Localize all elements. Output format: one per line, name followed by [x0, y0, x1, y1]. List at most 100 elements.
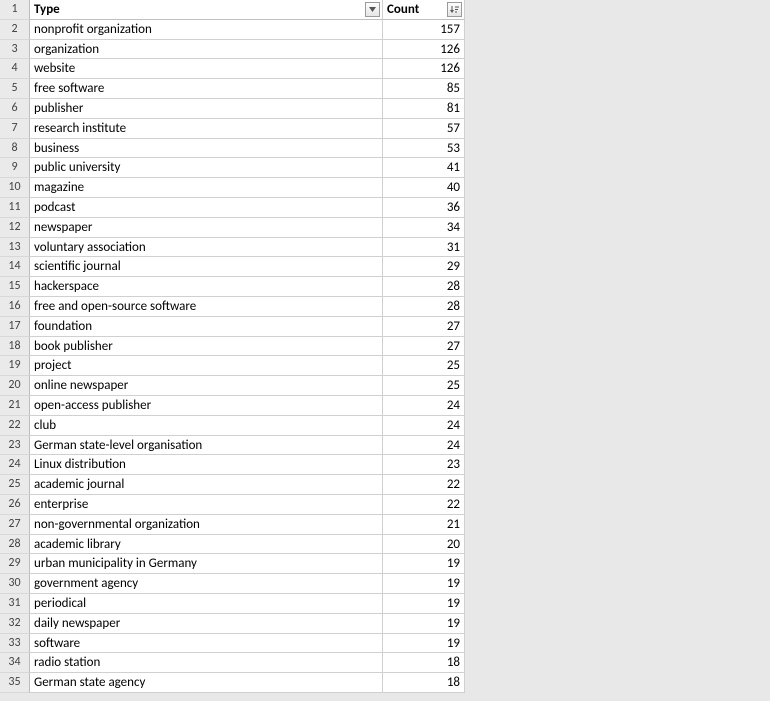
row-number[interactable]: 29 [0, 554, 30, 574]
cell-type[interactable]: nonprofit organization [30, 20, 383, 40]
cell-count[interactable]: 25 [383, 376, 465, 396]
cell-type[interactable]: voluntary association [30, 238, 383, 258]
cell-type[interactable]: government agency [30, 574, 383, 594]
cell-type[interactable]: radio station [30, 653, 383, 673]
cell-count[interactable]: 41 [383, 158, 465, 178]
cell-count[interactable]: 36 [383, 198, 465, 218]
cell-type[interactable]: research institute [30, 119, 383, 139]
cell-count[interactable]: 19 [383, 634, 465, 654]
cell-type[interactable]: daily newspaper [30, 614, 383, 634]
row-number[interactable]: 20 [0, 376, 30, 396]
cell-count[interactable]: 23 [383, 455, 465, 475]
row-number[interactable]: 12 [0, 218, 30, 238]
cell-count[interactable]: 81 [383, 99, 465, 119]
cell-type[interactable]: organization [30, 40, 383, 60]
row-number[interactable]: 30 [0, 574, 30, 594]
row-number[interactable]: 23 [0, 436, 30, 456]
cell-type[interactable]: enterprise [30, 495, 383, 515]
cell-type[interactable]: public university [30, 158, 383, 178]
column-header-count[interactable]: Count [383, 0, 465, 20]
row-number[interactable]: 26 [0, 495, 30, 515]
cell-type[interactable]: online newspaper [30, 376, 383, 396]
cell-count[interactable]: 34 [383, 218, 465, 238]
cell-type[interactable]: business [30, 139, 383, 159]
cell-type[interactable]: periodical [30, 594, 383, 614]
sort-descending-icon[interactable] [447, 2, 462, 17]
cell-count[interactable]: 19 [383, 614, 465, 634]
row-number[interactable]: 8 [0, 139, 30, 159]
row-number[interactable]: 9 [0, 158, 30, 178]
cell-count[interactable]: 53 [383, 139, 465, 159]
spreadsheet-grid[interactable]: 1TypeCount2nonprofit organization1573org… [0, 0, 770, 693]
cell-type[interactable]: Linux distribution [30, 455, 383, 475]
cell-type[interactable]: hackerspace [30, 277, 383, 297]
row-number[interactable]: 25 [0, 475, 30, 495]
cell-type[interactable]: free and open-source software [30, 297, 383, 317]
cell-type[interactable]: academic library [30, 535, 383, 555]
row-number[interactable]: 11 [0, 198, 30, 218]
cell-type[interactable]: club [30, 416, 383, 436]
cell-count[interactable]: 24 [383, 416, 465, 436]
row-number[interactable]: 5 [0, 79, 30, 99]
cell-type[interactable]: non-governmental organization [30, 515, 383, 535]
row-number[interactable]: 10 [0, 178, 30, 198]
cell-count[interactable]: 57 [383, 119, 465, 139]
cell-count[interactable]: 28 [383, 277, 465, 297]
cell-type[interactable]: urban municipality in Germany [30, 554, 383, 574]
row-number[interactable]: 7 [0, 119, 30, 139]
column-header-type[interactable]: Type [30, 0, 383, 20]
cell-type[interactable]: publisher [30, 99, 383, 119]
cell-count[interactable]: 19 [383, 554, 465, 574]
row-number[interactable]: 31 [0, 594, 30, 614]
row-number[interactable]: 14 [0, 257, 30, 277]
cell-type[interactable]: free software [30, 79, 383, 99]
cell-count[interactable]: 22 [383, 475, 465, 495]
cell-type[interactable]: scientific journal [30, 257, 383, 277]
cell-count[interactable]: 27 [383, 317, 465, 337]
cell-count[interactable]: 40 [383, 178, 465, 198]
row-number[interactable]: 17 [0, 317, 30, 337]
row-number[interactable]: 15 [0, 277, 30, 297]
cell-count[interactable]: 24 [383, 436, 465, 456]
row-number[interactable]: 32 [0, 614, 30, 634]
row-number[interactable]: 35 [0, 673, 30, 693]
cell-type[interactable]: project [30, 356, 383, 376]
row-number[interactable]: 22 [0, 416, 30, 436]
row-number[interactable]: 24 [0, 455, 30, 475]
cell-count[interactable]: 22 [383, 495, 465, 515]
cell-count[interactable]: 126 [383, 59, 465, 79]
cell-type[interactable]: open-access publisher [30, 396, 383, 416]
row-number[interactable]: 18 [0, 337, 30, 357]
cell-count[interactable]: 31 [383, 238, 465, 258]
cell-type[interactable]: software [30, 634, 383, 654]
row-number[interactable]: 27 [0, 515, 30, 535]
cell-type[interactable]: magazine [30, 178, 383, 198]
cell-count[interactable]: 18 [383, 653, 465, 673]
cell-count[interactable]: 25 [383, 356, 465, 376]
cell-count[interactable]: 18 [383, 673, 465, 693]
row-number[interactable]: 33 [0, 634, 30, 654]
cell-count[interactable]: 28 [383, 297, 465, 317]
cell-type[interactable]: German state-level organisation [30, 436, 383, 456]
cell-count[interactable]: 85 [383, 79, 465, 99]
cell-count[interactable]: 21 [383, 515, 465, 535]
cell-count[interactable]: 27 [383, 337, 465, 357]
cell-count[interactable]: 19 [383, 594, 465, 614]
cell-count[interactable]: 24 [383, 396, 465, 416]
cell-type[interactable]: podcast [30, 198, 383, 218]
cell-count[interactable]: 29 [383, 257, 465, 277]
cell-count[interactable]: 19 [383, 574, 465, 594]
cell-count[interactable]: 126 [383, 40, 465, 60]
row-number[interactable]: 19 [0, 356, 30, 376]
cell-type[interactable]: foundation [30, 317, 383, 337]
row-number[interactable]: 1 [0, 0, 30, 20]
filter-dropdown-icon[interactable] [365, 2, 380, 17]
cell-count[interactable]: 20 [383, 535, 465, 555]
row-number[interactable]: 4 [0, 59, 30, 79]
cell-type[interactable]: website [30, 59, 383, 79]
cell-type[interactable]: academic journal [30, 475, 383, 495]
row-number[interactable]: 21 [0, 396, 30, 416]
row-number[interactable]: 28 [0, 535, 30, 555]
row-number[interactable]: 34 [0, 653, 30, 673]
cell-count[interactable]: 157 [383, 20, 465, 40]
